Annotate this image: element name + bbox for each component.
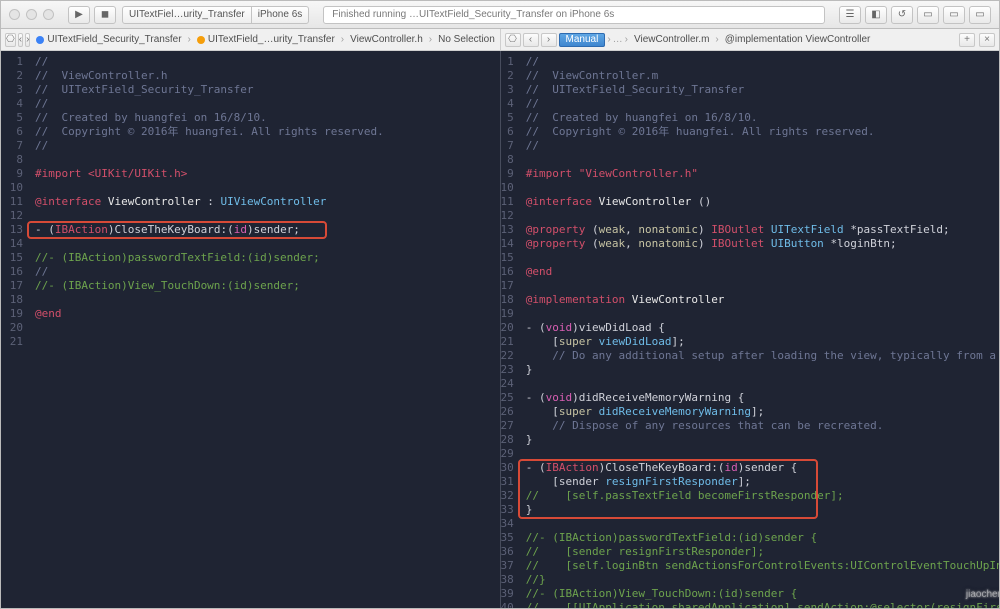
stop-button[interactable]: ◼ xyxy=(94,6,116,24)
right-gutter: 123456789101112 13 14 151617181920212223… xyxy=(501,51,520,608)
jump-bars: ⎔ ‹ › UITextField_Security_Transfer › UI… xyxy=(1,29,999,51)
editor-assistant-button[interactable]: ◧ xyxy=(865,6,887,24)
activity-status: Finished running …UITextField_Security_T… xyxy=(323,6,825,24)
scheme-selector[interactable]: UITextFiel…urity_Transfer iPhone 6s xyxy=(122,6,309,24)
jb-left-crumb-file[interactable]: ViewController.h xyxy=(346,34,427,45)
xcode-window: ▶ ◼ UITextFiel…urity_Transfer iPhone 6s … xyxy=(0,0,1000,609)
back-button[interactable]: ‹ xyxy=(18,33,23,47)
scheme-device: iPhone 6s xyxy=(252,9,308,20)
forward-button[interactable]: › xyxy=(25,33,30,47)
traffic-lights xyxy=(9,9,54,20)
assistant-forward-button[interactable]: › xyxy=(541,33,557,47)
assistant-back-button[interactable]: ‹ xyxy=(523,33,539,47)
left-gutter: 123456789101112 13 1415161718192021 xyxy=(1,51,29,608)
related-items-button[interactable]: ⎔ xyxy=(5,33,16,47)
editor-version-button[interactable]: ↺ xyxy=(891,6,913,24)
jb-right-scope[interactable]: @implementation ViewController xyxy=(721,34,875,45)
jb-left-crumb-selection[interactable]: No Selection xyxy=(434,34,499,45)
editor-standard-button[interactable]: ☰ xyxy=(839,6,861,24)
panel-left-button[interactable]: ▭ xyxy=(917,6,939,24)
scheme-target: UITextFiel…urity_Transfer xyxy=(123,9,251,20)
toolbar: ▶ ◼ UITextFiel…urity_Transfer iPhone 6s … xyxy=(1,1,999,29)
panel-bottom-button[interactable]: ▭ xyxy=(943,6,965,24)
jb-right-file[interactable]: ViewController.m xyxy=(630,34,713,45)
panel-right-button[interactable]: ▭ xyxy=(969,6,991,24)
jb-left-crumb-project[interactable]: UITextField_Security_Transfer xyxy=(32,34,185,45)
right-editor[interactable]: 123456789101112 13 14 151617181920212223… xyxy=(501,51,1000,608)
minimize-dot[interactable] xyxy=(26,9,37,20)
editor-split: 123456789101112 13 1415161718192021 // /… xyxy=(1,51,999,608)
jb-left-crumb-group[interactable]: UITextField_…urity_Transfer xyxy=(193,34,339,45)
zoom-dot[interactable] xyxy=(43,9,54,20)
watermark: 查字典教程网 jiaocheng.chazidian.com xyxy=(966,574,999,602)
jb-right-manual[interactable]: Manual xyxy=(559,33,606,47)
run-button[interactable]: ▶ xyxy=(68,6,90,24)
left-editor[interactable]: 123456789101112 13 1415161718192021 // /… xyxy=(1,51,501,608)
assistant-add-button[interactable]: + xyxy=(959,33,975,47)
right-code[interactable]: // // ViewController.m // UITextField_Se… xyxy=(520,51,999,608)
assistant-related-button[interactable]: ⎔ xyxy=(505,33,521,47)
jump-bar-left: ⎔ ‹ › UITextField_Security_Transfer › UI… xyxy=(1,29,501,50)
assistant-close-button[interactable]: × xyxy=(979,33,995,47)
jump-bar-right: ⎔ ‹ › Manual ›…› ViewController.m › @imp… xyxy=(501,29,1000,50)
left-code[interactable]: // // ViewController.h // UITextField_Se… xyxy=(29,51,500,608)
close-dot[interactable] xyxy=(9,9,20,20)
